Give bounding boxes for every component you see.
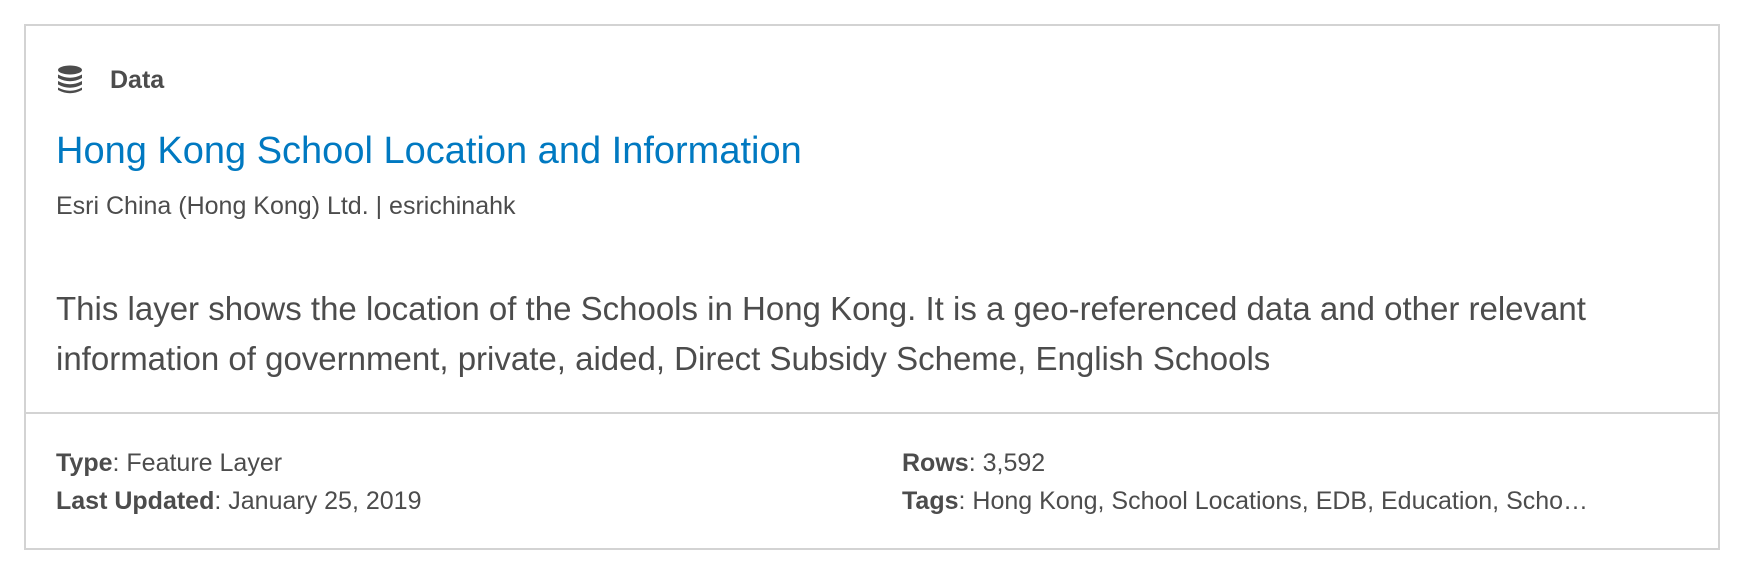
meta-left-column: Type: Feature Layer Last Updated: Januar… <box>56 444 876 520</box>
meta-tags-key: Tags <box>902 487 959 515</box>
item-owner: Esri China (Hong Kong) Ltd. | esrichinah… <box>56 192 516 220</box>
card-divider <box>26 412 1718 414</box>
item-description: This layer shows the location of the Sch… <box>56 290 1586 377</box>
meta-type-sep: : <box>112 449 127 477</box>
meta-updated-key: Last Updated <box>56 487 215 515</box>
meta-rows-row: Rows: 3,592 <box>902 444 1692 482</box>
meta-rows-value: 3,592 <box>982 449 1046 477</box>
meta-rows-key: Rows <box>902 449 969 477</box>
database-icon <box>56 65 84 95</box>
meta-type-value: Feature Layer <box>126 449 283 477</box>
meta-updated-sep: : <box>214 487 229 515</box>
item-title-link[interactable]: Hong Kong School Location and Informatio… <box>56 130 802 173</box>
meta-rows-sep: : <box>968 449 983 477</box>
meta-right-column: Rows: 3,592 Tags: Hong Kong, School Loca… <box>902 444 1692 520</box>
meta-tags-sep: : <box>958 487 973 515</box>
meta-type-row: Type: Feature Layer <box>56 444 876 482</box>
meta-tags-row: Tags: Hong Kong, School Locations, EDB, … <box>902 482 1692 520</box>
meta-type-key: Type <box>56 449 113 477</box>
meta-updated-row: Last Updated: January 25, 2019 <box>56 482 876 520</box>
card-header: Data Hong Kong School Location and Infor… <box>26 26 1718 412</box>
item-card: Data Hong Kong School Location and Infor… <box>24 24 1720 550</box>
item-type-label: Data <box>110 65 165 94</box>
meta-updated-value: January 25, 2019 <box>228 487 422 515</box>
item-type-row: Data <box>56 60 164 100</box>
meta-tags-value: Hong Kong, School Locations, EDB, Educat… <box>972 487 1589 515</box>
